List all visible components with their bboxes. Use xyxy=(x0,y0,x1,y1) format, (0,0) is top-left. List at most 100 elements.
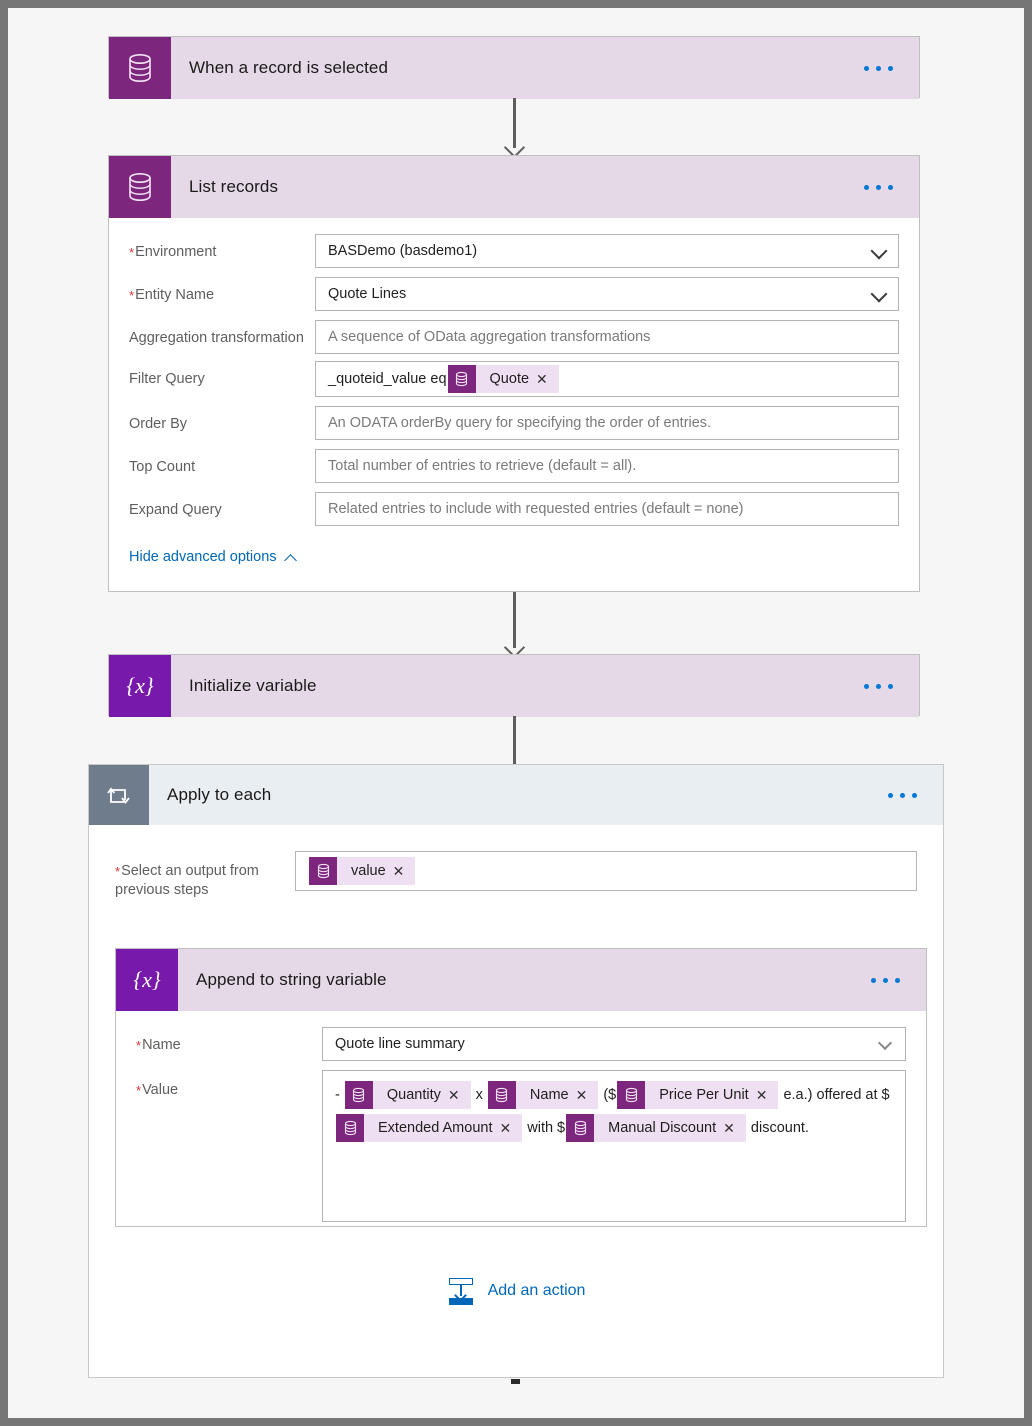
chevron-down-icon[interactable] xyxy=(872,243,888,259)
dynamic-content-token-manual-discount[interactable]: Manual Discount ✕ xyxy=(566,1114,746,1143)
select-output-input[interactable]: value ✕ xyxy=(295,851,917,891)
field-filter-query: Filter Query _quoteid_value eq Quote ✕ xyxy=(129,361,899,397)
ellipsis-dot xyxy=(871,977,876,983)
required-asterisk: * xyxy=(136,1038,142,1053)
chevron-down-icon[interactable] xyxy=(879,1036,895,1052)
append-value-input[interactable]: - Quantity ✕ x Name ✕ ($ Price Per Unit ✕ e.… xyxy=(322,1070,906,1222)
field-environment: *Environment BASDemo (basdemo1) xyxy=(129,234,899,268)
field-expand-query: Expand Query Related entries to include … xyxy=(129,492,899,526)
step-header[interactable]: List records xyxy=(109,156,919,218)
field-label: *Name xyxy=(136,1037,181,1053)
close-icon[interactable]: ✕ xyxy=(576,1081,599,1109)
entity-name-input[interactable]: Quote Lines xyxy=(315,277,899,311)
environment-input[interactable]: BASDemo (basdemo1) xyxy=(315,234,899,268)
value-literal-text: ($ xyxy=(599,1087,617,1103)
add-an-action-button[interactable]: Add an action xyxy=(115,1277,917,1305)
variable-name-input[interactable]: Quote line summary xyxy=(322,1027,906,1061)
expand-query-input[interactable]: Related entries to include with requeste… xyxy=(315,492,899,526)
database-icon xyxy=(617,1081,646,1110)
dynamic-content-token-quote[interactable]: Quote ✕ xyxy=(447,365,559,393)
field-label: Aggregation transformation xyxy=(129,330,304,346)
aggregation-transformation-input[interactable]: A sequence of OData aggregation transfor… xyxy=(315,320,899,354)
ellipsis-dot xyxy=(900,792,905,798)
svg-text:{x}: {x} xyxy=(126,673,154,698)
step-header[interactable]: When a record is selected xyxy=(109,37,919,99)
field-label: *Select an output from previous steps xyxy=(115,863,259,898)
step-menu-button[interactable] xyxy=(864,156,919,218)
field-label: Expand Query xyxy=(129,502,222,518)
connector-stub xyxy=(511,1379,520,1384)
variable-icon: {x} xyxy=(116,949,178,1011)
connector-arrow xyxy=(502,592,526,654)
step-menu-button[interactable] xyxy=(864,655,919,717)
variable-icon: {x} xyxy=(109,655,171,717)
field-value: *Value - Quantity ✕ x Name ✕ ($ Price Per U… xyxy=(136,1070,906,1222)
step-body: *Environment BASDemo (basdemo1) *Entity … xyxy=(109,218,919,586)
ellipsis-dot xyxy=(888,683,893,689)
close-icon[interactable]: ✕ xyxy=(393,857,416,885)
step-header[interactable]: {x} Append to string variable xyxy=(116,949,926,1011)
field-placeholder: An ODATA orderBy query for specifying th… xyxy=(328,415,712,431)
chevron-up-icon xyxy=(285,553,298,562)
close-icon[interactable]: ✕ xyxy=(448,1081,471,1109)
ellipsis-dot xyxy=(912,792,917,798)
database-icon xyxy=(487,1081,516,1110)
step-header[interactable]: {x} Initialize variable xyxy=(109,655,919,717)
field-entity-name: *Entity Name Quote Lines xyxy=(129,277,899,311)
dynamic-content-token-name[interactable]: Name ✕ xyxy=(487,1081,599,1110)
close-icon[interactable]: ✕ xyxy=(723,1114,746,1142)
top-count-input[interactable]: Total number of entries to retrieve (def… xyxy=(315,449,899,483)
field-value: _quoteid_value eq xyxy=(328,371,447,387)
token-label: Quantity xyxy=(386,1086,441,1103)
token-label: Name xyxy=(529,1086,569,1103)
hide-advanced-options-link[interactable]: Hide advanced options xyxy=(129,549,298,565)
close-icon[interactable]: ✕ xyxy=(536,365,559,393)
field-top-count: Top Count Total number of entries to ret… xyxy=(129,449,899,483)
dynamic-content-token-quantity[interactable]: Quantity ✕ xyxy=(344,1081,471,1110)
dynamic-content-token-price-per-unit[interactable]: Price Per Unit ✕ xyxy=(617,1081,779,1110)
field-value: BASDemo (basdemo1) xyxy=(328,243,478,259)
step-card-when-a-record-is-selected[interactable]: When a record is selected xyxy=(108,36,920,99)
value-literal-text: e.a.) offered at $ xyxy=(779,1087,890,1103)
step-card-initialize-variable[interactable]: {x} Initialize variable xyxy=(108,654,920,717)
token-label: Extended Amount xyxy=(378,1119,493,1136)
token-label: Price Per Unit xyxy=(659,1086,749,1103)
order-by-input[interactable]: An ODATA orderBy query for specifying th… xyxy=(315,406,899,440)
loop-menu-button[interactable] xyxy=(888,765,943,825)
loop-header[interactable]: Apply to each xyxy=(89,765,943,825)
field-label: *Environment xyxy=(129,244,217,260)
connector-arrow xyxy=(502,98,526,154)
filter-query-input[interactable]: _quoteid_value eq Quote ✕ xyxy=(315,361,899,397)
required-asterisk: * xyxy=(129,245,135,260)
step-body: *Name Quote line summary *Value - Quanti… xyxy=(116,1011,926,1242)
field-name: *Name Quote line summary xyxy=(136,1027,906,1061)
field-select-an-output: *Select an output from previous steps va… xyxy=(115,851,917,900)
step-menu-button[interactable] xyxy=(864,37,919,99)
ellipsis-dot xyxy=(888,184,893,190)
close-icon[interactable]: ✕ xyxy=(756,1081,779,1109)
token-label: value xyxy=(351,863,386,879)
ellipsis-dot xyxy=(888,792,893,798)
loop-container-apply-to-each[interactable]: Apply to each *Select an output from pre… xyxy=(88,764,944,1378)
field-order-by: Order By An ODATA orderBy query for spec… xyxy=(129,406,899,440)
step-title: Initialize variable xyxy=(189,676,317,695)
dynamic-content-token-extended-amount[interactable]: Extended Amount ✕ xyxy=(336,1114,523,1143)
chevron-down-icon[interactable] xyxy=(872,286,888,302)
step-menu-button[interactable] xyxy=(871,949,926,1011)
database-icon xyxy=(447,365,476,393)
value-literal-text: x xyxy=(471,1087,487,1103)
ellipsis-dot xyxy=(888,65,893,71)
database-icon xyxy=(566,1114,595,1143)
close-icon[interactable]: ✕ xyxy=(499,1114,522,1142)
value-literal-text: with $ xyxy=(523,1120,566,1136)
field-aggregation-transformation: Aggregation transformation A sequence of… xyxy=(129,320,899,354)
token-label: Manual Discount xyxy=(608,1119,717,1136)
step-title: List records xyxy=(189,177,279,196)
ellipsis-dot xyxy=(876,184,881,190)
database-icon xyxy=(309,857,337,885)
step-card-list-records[interactable]: List records *Environment BASDemo (basde… xyxy=(108,155,920,592)
value-literal-text: - xyxy=(335,1087,344,1103)
dynamic-content-token-value[interactable]: value ✕ xyxy=(309,857,416,885)
step-card-append-to-string-variable[interactable]: {x} Append to string variable *Name Quot… xyxy=(115,948,927,1227)
flow-designer-canvas: When a record is selected List records *… xyxy=(8,8,1024,1418)
